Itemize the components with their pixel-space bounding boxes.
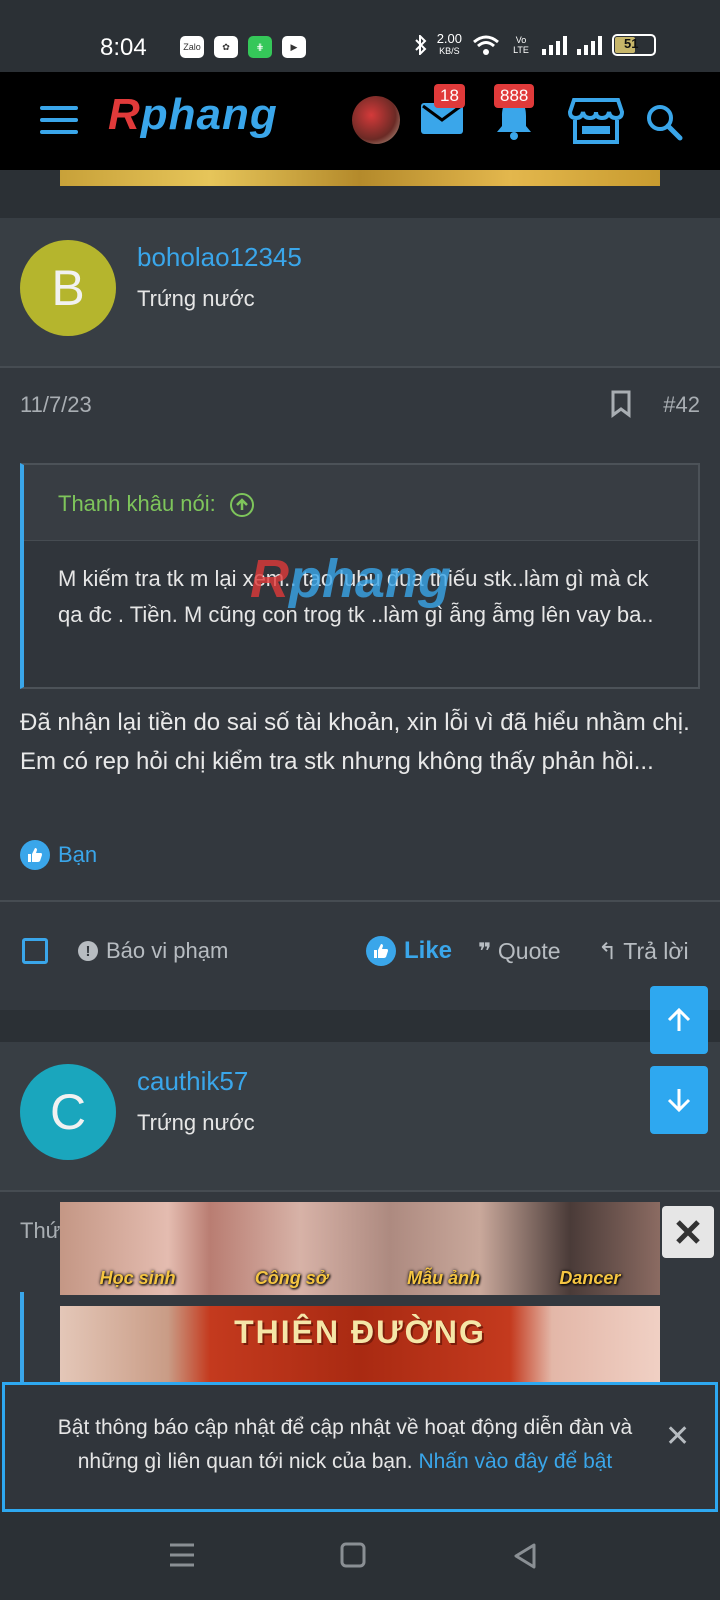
status-time: 8:04 bbox=[100, 34, 147, 61]
quote-marks-icon: ❞ bbox=[478, 938, 492, 964]
signal-2-icon bbox=[577, 35, 602, 55]
store-icon bbox=[567, 98, 625, 144]
search-icon bbox=[647, 105, 683, 141]
wifi-icon bbox=[473, 35, 499, 55]
author-title: Trứng nước bbox=[137, 1110, 255, 1135]
site-header: Rphang 18 888 bbox=[0, 72, 720, 170]
scroll-top-button[interactable] bbox=[650, 986, 708, 1054]
ad-label: Học sinh bbox=[99, 1268, 176, 1288]
ad-label: Công sở bbox=[254, 1268, 328, 1288]
post-actions: ! Báo vi phạm Like ❞ Quote ↰ Trả lời bbox=[0, 900, 720, 1000]
bluetooth-icon bbox=[414, 35, 427, 55]
enable-notifications-link[interactable]: Nhấn vào đây để bật bbox=[418, 1450, 612, 1473]
like-button[interactable]: Like bbox=[366, 936, 452, 966]
close-icon[interactable]: ✕ bbox=[665, 1419, 690, 1454]
home-icon[interactable] bbox=[340, 1542, 366, 1568]
signal-1-icon bbox=[542, 35, 567, 55]
post-number[interactable]: #42 bbox=[663, 392, 700, 418]
reaction-by: Bạn bbox=[58, 842, 98, 867]
store-button[interactable] bbox=[567, 96, 625, 151]
reaction-summary[interactable]: Bạn bbox=[20, 840, 97, 870]
close-icon bbox=[676, 1220, 700, 1244]
network-speed: 2.00 KB/S bbox=[436, 31, 462, 56]
post-42: B boholao12345 Trứng nước 11/7/23 #42 Th… bbox=[0, 218, 720, 1010]
notification-prompt: Bật thông báo cập nhật để cập nhật về ho… bbox=[2, 1382, 718, 1512]
zalo-icon: Zalo bbox=[180, 36, 204, 58]
menu-icon[interactable] bbox=[40, 106, 78, 134]
post-body: Đã nhận lại tiền do sai số tài khoản, xi… bbox=[20, 709, 690, 775]
post-date[interactable]: 11/7/23 bbox=[20, 392, 92, 418]
messages-badge: 18 bbox=[434, 84, 465, 108]
system-nav-bar bbox=[0, 1512, 720, 1600]
jump-to-quote-icon[interactable] bbox=[229, 493, 254, 518]
alerts-button[interactable]: 888 bbox=[494, 84, 535, 145]
post-author-block: C cauthik57 Trứng nước bbox=[0, 1042, 720, 1192]
alerts-badge: 888 bbox=[494, 84, 535, 108]
status-app-icons: Zalo ✿ ⋕ ▶ bbox=[180, 36, 306, 58]
top-ad-strip[interactable] bbox=[60, 170, 660, 186]
reply-arrow-icon: ↰ bbox=[598, 938, 618, 964]
bookmark-button[interactable] bbox=[610, 390, 632, 423]
thumbs-up-icon bbox=[366, 936, 396, 966]
site-logo[interactable]: Rphang bbox=[108, 90, 278, 140]
bookmark-icon bbox=[611, 390, 631, 418]
user-avatar[interactable] bbox=[352, 96, 400, 144]
report-button[interactable]: ! Báo vi phạm bbox=[78, 938, 228, 964]
ad-title: THIÊN ĐƯỜNG bbox=[234, 1314, 486, 1350]
recents-icon[interactable] bbox=[168, 1542, 196, 1568]
quote-author[interactable]: Thanh khâu nói: bbox=[24, 465, 698, 541]
ad-label: Dancer bbox=[559, 1268, 621, 1288]
youtube-icon: ▶ bbox=[282, 36, 306, 58]
notification-text: Bật thông báo cập nhật để cập nhật về ho… bbox=[57, 1416, 633, 1473]
author-avatar[interactable]: B bbox=[20, 240, 116, 336]
ad-banner-categories[interactable]: Học sinh Công sở Mẫu ảnh Dancer bbox=[60, 1202, 660, 1295]
back-icon[interactable] bbox=[512, 1542, 538, 1570]
watermark-logo: Rphang bbox=[250, 549, 451, 609]
quote-button[interactable]: ❞ Quote bbox=[478, 938, 561, 965]
ad-label: Mẫu ảnh bbox=[407, 1268, 481, 1288]
thumbs-up-icon bbox=[20, 840, 50, 870]
ad-close-button[interactable] bbox=[662, 1206, 714, 1258]
warning-icon: ! bbox=[78, 941, 98, 961]
photos-icon: ✿ bbox=[214, 36, 238, 58]
author-username[interactable]: cauthik57 bbox=[137, 1066, 248, 1097]
inbox-button[interactable]: 18 bbox=[420, 84, 465, 141]
post-date[interactable]: Thứ bbox=[20, 1218, 60, 1244]
quote-border bbox=[20, 1292, 24, 1382]
status-bar: 8:04 Zalo ✿ ⋕ ▶ 2.00 KB/S Vo LTE 51 bbox=[0, 0, 720, 72]
author-avatar[interactable]: C bbox=[20, 1064, 116, 1160]
select-post-checkbox[interactable] bbox=[22, 938, 48, 964]
reply-button[interactable]: ↰ Trả lời bbox=[598, 938, 689, 965]
volte-indicator: Vo LTE bbox=[513, 35, 529, 55]
scroll-bottom-button[interactable] bbox=[650, 1066, 708, 1134]
search-button[interactable] bbox=[644, 102, 684, 147]
status-indicators: 2.00 KB/S Vo LTE 51 bbox=[414, 31, 656, 57]
author-username[interactable]: boholao12345 bbox=[137, 242, 302, 273]
arrow-down-icon bbox=[667, 1089, 691, 1113]
author-title: Trứng nước bbox=[137, 286, 255, 311]
battery-icon: 51 bbox=[612, 34, 656, 56]
arrow-up-icon bbox=[667, 1007, 691, 1031]
post-author-block: B boholao12345 Trứng nước bbox=[0, 218, 720, 368]
app-green-icon: ⋕ bbox=[248, 36, 272, 58]
ad-banner-promo[interactable]: THIÊN ĐƯỜNG bbox=[60, 1306, 660, 1382]
